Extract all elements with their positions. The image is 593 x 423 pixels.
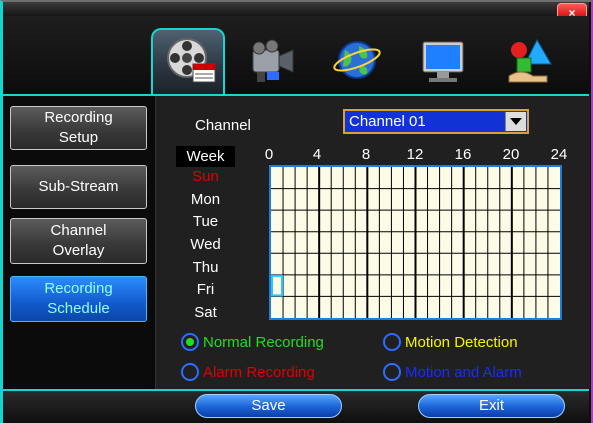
- hour-tick: 16: [454, 146, 472, 163]
- hour-tick: 0: [264, 146, 274, 163]
- legend-label: Motion Detection: [405, 333, 518, 351]
- radio-icon[interactable]: [181, 363, 199, 381]
- sidebar-item-label: Recording: [44, 109, 113, 126]
- day-label-wed: Wed: [190, 236, 221, 253]
- hour-tick: 12: [406, 146, 424, 163]
- sidebar-item-label: Schedule: [47, 300, 110, 317]
- hour-tick: 20: [502, 146, 520, 163]
- sidebar-item-label: Sub-Stream: [38, 178, 119, 195]
- radio-icon[interactable]: [383, 333, 401, 351]
- legend-label: Motion and Alarm: [405, 363, 522, 381]
- channel-label: Channel: [195, 117, 251, 134]
- chevron-down-icon[interactable]: [505, 112, 526, 131]
- toolbar-network-tab[interactable]: [321, 30, 395, 94]
- save-button[interactable]: Save: [195, 394, 342, 418]
- sidebar-item-recording-setup[interactable]: Recording Setup: [10, 106, 147, 150]
- hour-tick: 8: [361, 146, 371, 163]
- channel-dropdown-value: Channel 01: [349, 113, 426, 130]
- selected-grid-cell: [271, 274, 284, 297]
- sidebar-item-channel-overlay[interactable]: Channel Overlay: [10, 218, 147, 264]
- radio-selected-icon[interactable]: [181, 333, 199, 351]
- category-toolbar: [3, 16, 589, 96]
- day-label-sun: Sun: [192, 168, 219, 185]
- legend-label: Alarm Recording: [203, 363, 315, 381]
- title-bar: [3, 2, 589, 16]
- system-tools-icon: [508, 38, 552, 83]
- day-label-thu: Thu: [192, 259, 219, 276]
- schedule-grid-lines: [271, 167, 560, 318]
- network-globe-icon: [333, 41, 381, 79]
- day-label-tue: Tue: [192, 213, 219, 230]
- sidebar-item-recording-schedule[interactable]: Recording Schedule: [10, 276, 147, 322]
- sidebar-item-label: Setup: [58, 129, 99, 146]
- legend-motion-detection[interactable]: Motion Detection: [383, 333, 518, 351]
- monitor-display-icon: [422, 41, 464, 82]
- legend-normal-recording[interactable]: Normal Recording: [181, 333, 324, 351]
- video-camera-icon: [252, 39, 294, 82]
- toolbar-recording-tab[interactable]: [151, 28, 225, 94]
- radio-icon[interactable]: [383, 363, 401, 381]
- sidebar-item-label: Recording: [44, 280, 113, 297]
- toolbar-camera-tab[interactable]: [235, 30, 309, 94]
- sidebar-item-label: Overlay: [52, 242, 105, 259]
- day-label-fri: Fri: [196, 281, 215, 298]
- channel-dropdown[interactable]: Channel 01: [343, 109, 529, 134]
- day-label-mon: Mon: [190, 191, 221, 208]
- legend-motion-and-alarm[interactable]: Motion and Alarm: [383, 363, 522, 381]
- exit-button[interactable]: Exit: [418, 394, 565, 418]
- hour-tick: 24: [550, 146, 568, 163]
- legend-label: Normal Recording: [203, 333, 324, 351]
- sidebar-item-label: Channel: [50, 222, 107, 239]
- schedule-grid[interactable]: [269, 165, 562, 320]
- legend-alarm-recording[interactable]: Alarm Recording: [181, 363, 315, 381]
- dvr-recording-schedule-screen: × Recording Setup Sub-Stream Channel Ove…: [0, 0, 593, 423]
- settings-sidebar: Recording Setup Sub-Stream Channel Overl…: [3, 96, 150, 389]
- hour-tick: 4: [312, 146, 322, 163]
- week-header: Week: [176, 146, 235, 167]
- day-label-sat: Sat: [194, 304, 217, 321]
- toolbar-display-tab[interactable]: [407, 30, 481, 94]
- recording-reel-icon: [167, 38, 216, 83]
- sidebar-item-sub-stream[interactable]: Sub-Stream: [10, 165, 147, 209]
- toolbar-advanced-tab[interactable]: [493, 30, 567, 94]
